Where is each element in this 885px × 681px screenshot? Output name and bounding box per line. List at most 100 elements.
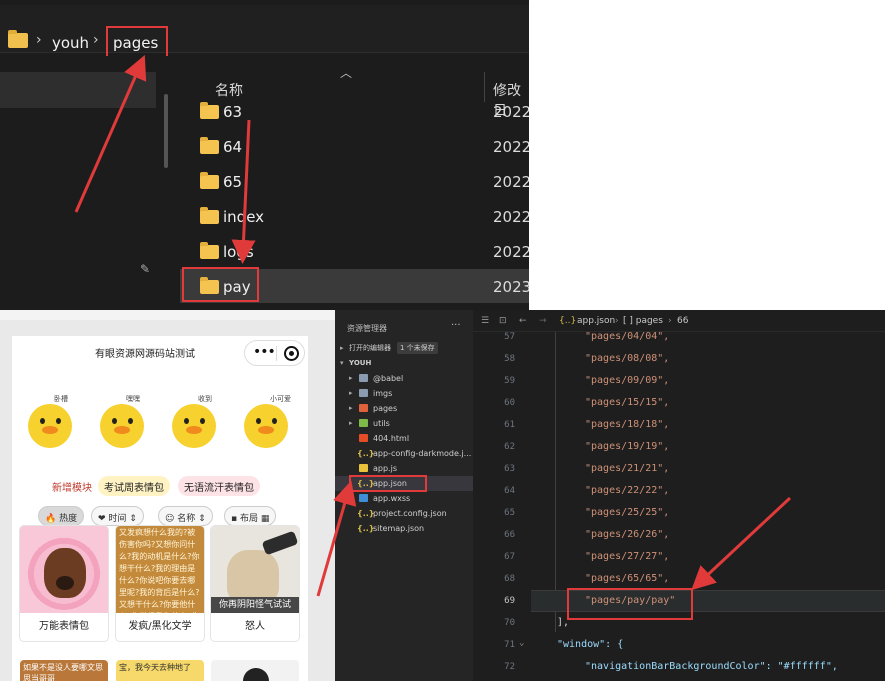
folder-icon [8,30,28,48]
filter-time[interactable]: ❤ 时间 ⇕ [91,506,144,526]
unsaved-badge: 1 个未保存 [397,342,438,354]
filter-name[interactable]: ☺ 名称 ⇕ [158,506,213,526]
line-number: 67 [504,552,515,562]
line-number: 64 [504,486,515,496]
tree-folder[interactable]: ▸ pages [335,401,473,416]
tree-file[interactable]: {..} sitemap.json [335,521,473,536]
code-line[interactable]: "pages/26/26", [585,529,669,540]
folder-name: 65 [223,173,243,191]
code-line[interactable]: "pages/09/09", [585,375,669,386]
tree-label: app.js [373,464,397,473]
breadcrumb-index[interactable]: 66 [677,316,688,326]
thumb-text: 宝，我今天去种地了 [119,663,191,672]
address-bar[interactable]: › youh › pages [0,5,529,53]
tag-speechless[interactable]: 无语流汗表情包 [178,476,260,496]
nav-selected-item[interactable] [0,72,156,108]
sticker-pack-card[interactable]: 你再阴阳怪气试试 怒人 [211,526,299,641]
line-number: 71 [504,640,515,650]
tree-label: 404.html [373,434,410,443]
sticker-pack-card[interactable]: 万能表情包 [20,526,108,641]
folder-row[interactable]: 65 2022/ [180,164,529,198]
json-file-icon: {..} [357,449,375,458]
breadcrumb-file[interactable]: app.json [577,316,615,326]
sticker-pack-card[interactable]: 又发疯想什么我的?被伤害你吗?又想你问什么?我的动机是什么?你想干什么?我的理由… [116,526,204,641]
scrollbar[interactable] [164,94,168,168]
tree-file[interactable]: app.js [335,461,473,476]
sticker-pack-card[interactable]: 宝，我今天去种地了 [116,660,204,681]
tree-file[interactable]: app.wxss [335,491,473,506]
highlight-box [567,588,693,620]
line-number: 72 [504,662,515,672]
filter-hot[interactable]: 🔥 热度 [38,506,85,526]
bookmark-icon[interactable]: ⊡ [499,316,507,326]
code-line[interactable]: "pages/08/08", [585,353,669,364]
tree-folder[interactable]: ▸ imgs [335,386,473,401]
tree-file[interactable]: {..} app-config-darkmode.j... [335,446,473,461]
code-line[interactable]: "pages/04/04", [585,331,669,342]
capsule-menu[interactable]: ••• [244,340,305,366]
folder-date: 2022/ [493,243,529,261]
thumb-text: 如果不是没人要哪文思思当哥哥 [23,663,103,681]
code-line[interactable]: "pages/22/22", [585,485,669,496]
breadcrumb-youh[interactable]: youh [52,34,89,52]
pin-icon[interactable]: ✎ [140,262,150,276]
tree-file[interactable]: 404.html [335,431,473,446]
code-line[interactable]: "pages/21/21", [585,463,669,474]
tag-exam-week[interactable]: 考试周表情包 [98,476,170,496]
tag-new-module[interactable]: 新增模块 [46,476,98,496]
breadcrumb-pages[interactable]: [ ] pages [623,316,663,326]
code-line[interactable]: "pages/25/25", [585,507,669,518]
fold-chevron-icon[interactable]: ⌄ [519,638,524,648]
back-arrow-icon[interactable]: ← [519,316,527,326]
tree-folder[interactable]: ▸ utils [335,416,473,431]
code-line[interactable]: "window": { [557,639,623,650]
code-line[interactable]: "pages/15/15", [585,397,669,408]
tree-file[interactable]: {..} project.config.json [335,506,473,521]
panel-title: 资源管理器 [347,324,387,333]
more-actions-icon[interactable]: ··· [451,320,461,331]
folder-icon [200,137,219,154]
more-icon[interactable]: ••• [253,344,276,360]
forward-arrow-icon[interactable]: → [539,316,547,326]
close-mini-program-icon[interactable] [284,346,299,361]
code-line[interactable]: "pages/27/27", [585,551,669,562]
folder-date: 2022/ [493,173,529,191]
wechat-simulator: 有眼资源网源码站测试 ••• 卧槽 嘿嘿 收到 小可爱 新增模块 考试周表情包 … [0,310,335,681]
folder-name: 64 [223,138,243,156]
sticker[interactable]: 卧槽 [20,394,78,456]
section-label: 打开的编辑器 [349,344,391,352]
folder-row[interactable]: 63 2022/ [180,94,529,128]
sticker[interactable]: 收到 [164,394,222,456]
code-line[interactable]: "navigationBarBackgroundColor": "#ffffff… [585,661,838,672]
sticker-text: 嘿嘿 [126,395,140,403]
filter-layout[interactable]: ▪ 布局 ▦ [224,506,277,526]
workspace-root[interactable]: ▾ YOUH [335,356,473,371]
line-number: 70 [504,618,515,628]
sticker-pack-card[interactable] [211,660,299,681]
line-number: 65 [504,508,515,518]
code-line[interactable]: "pages/19/19", [585,441,669,452]
sort-caret-icon: ︿ [340,66,353,80]
navigation-pane: ✎ [0,56,175,310]
sticker[interactable]: 小可爱 [236,394,294,456]
tree-folder[interactable]: ▸ @babel [335,371,473,386]
folder-name: index [223,208,265,226]
chevron-down-icon: ▾ [340,359,344,367]
list-icon[interactable]: ☰ [481,316,489,326]
folder-row[interactable]: 64 2022/ [180,129,529,163]
sticker-pack-card[interactable]: 如果不是没人要哪文思思当哥哥 [20,660,108,681]
line-number: 58 [504,354,515,364]
folder-row[interactable]: logs 2022/ [180,234,529,268]
code-line[interactable]: "pages/65/65", [585,573,669,584]
tree-label: pages [373,404,398,413]
json-file-icon: {..} [559,316,577,326]
filter-label: 时间 [108,514,127,524]
line-number-active: 69 [504,596,515,606]
code-line[interactable]: "pages/18/18", [585,419,669,430]
folder-row[interactable]: index 2022/ [180,199,529,233]
sticker[interactable]: 嘿嘿 [92,394,150,456]
code-line[interactable]: ], [557,617,569,628]
json-file-icon: {..} [357,509,375,518]
tree-label: app-config-darkmode.j... [373,449,472,458]
duck-eye [200,418,205,424]
